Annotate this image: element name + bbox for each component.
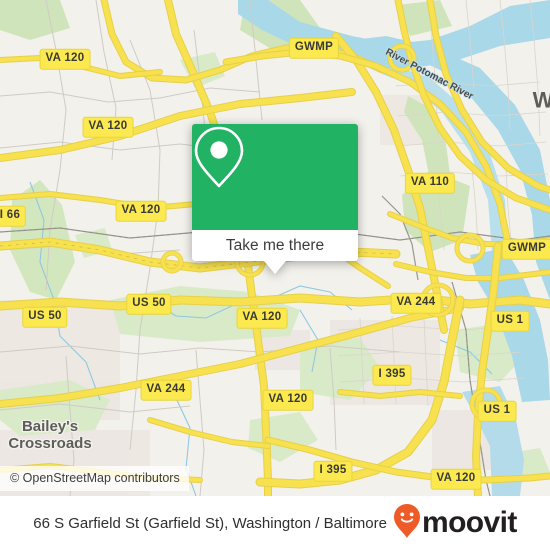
road-shield: US 1 (490, 310, 530, 332)
bottom-bar: 66 S Garfield St (Garfield St), Washingt… (0, 496, 550, 550)
moovit-map-screenshot: .rd { stroke:#f7e14e; fill:none; stroke-… (0, 0, 550, 550)
location-title: 66 S Garfield St (Garfield St), Washingt… (33, 514, 387, 532)
road-shield: VA 120 (82, 116, 134, 138)
road-shield: VA 244 (390, 292, 442, 314)
map-attribution[interactable]: © OpenStreetMap contributors (0, 466, 189, 491)
take-me-there-button[interactable]: Take me there (226, 237, 324, 255)
road-shield: GWMP (501, 238, 550, 260)
road-shield: I 395 (372, 364, 412, 386)
road-shield: US 50 (126, 293, 172, 315)
popup-footer[interactable]: Take me there (192, 230, 358, 274)
map-canvas[interactable]: .rd { stroke:#f7e14e; fill:none; stroke-… (0, 0, 550, 496)
moovit-wordmark: moovit (422, 506, 517, 539)
road-shield: US 1 (477, 400, 517, 422)
road-shield: VA 120 (262, 389, 314, 411)
popup-header (192, 124, 358, 230)
road-shield: I 66 (0, 205, 27, 227)
moovit-logo[interactable]: moovit (393, 503, 517, 544)
road-shield: VA 120 (430, 468, 482, 490)
road-shield: US 50 (22, 306, 68, 328)
road-shield: VA 120 (39, 48, 91, 70)
popup-pointer-tail (264, 261, 286, 274)
road-shield: I 395 (313, 460, 353, 482)
road-shield: VA 244 (140, 379, 192, 401)
road-shield: GWMP (288, 37, 340, 59)
moovit-smiley-pin-icon (393, 503, 421, 544)
road-shield: VA 110 (404, 172, 456, 194)
road-shield: VA 120 (115, 200, 167, 222)
road-shield: VA 120 (236, 307, 288, 329)
location-popup-card[interactable]: Take me there (192, 124, 358, 274)
